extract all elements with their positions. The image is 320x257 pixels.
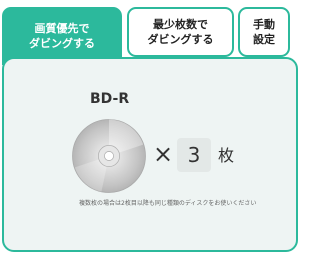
disc-type-label: BD-R <box>90 91 130 107</box>
content-panel <box>2 57 298 252</box>
tab-quality-line1: 画質優先で <box>34 22 90 35</box>
tab-min-discs-line1: 最少枚数で <box>153 18 208 31</box>
tab-quality-line2: ダビングする <box>29 37 95 50</box>
multiply-icon: × <box>153 140 174 168</box>
tab-manual-settings[interactable]: 手動 設定 <box>238 7 290 57</box>
dubbing-settings: 画質優先で ダビングする 最少枚数で ダビングする 手動 設定 BD-R × 3… <box>0 0 300 257</box>
tab-min-discs[interactable]: 最少枚数で ダビングする <box>127 7 234 57</box>
disc-quantity-value: 3 <box>177 138 211 172</box>
tab-manual-line1: 手動 <box>253 18 275 31</box>
tab-manual-line2: 設定 <box>253 33 275 46</box>
disc-icon <box>72 119 146 193</box>
tab-min-discs-line2: ダビングする <box>147 33 214 46</box>
quantity-unit: 枚 <box>218 146 235 165</box>
disc-note: 複数枚の場合は2枚目以降も同じ種類のディスクをお使いください <box>79 200 257 207</box>
